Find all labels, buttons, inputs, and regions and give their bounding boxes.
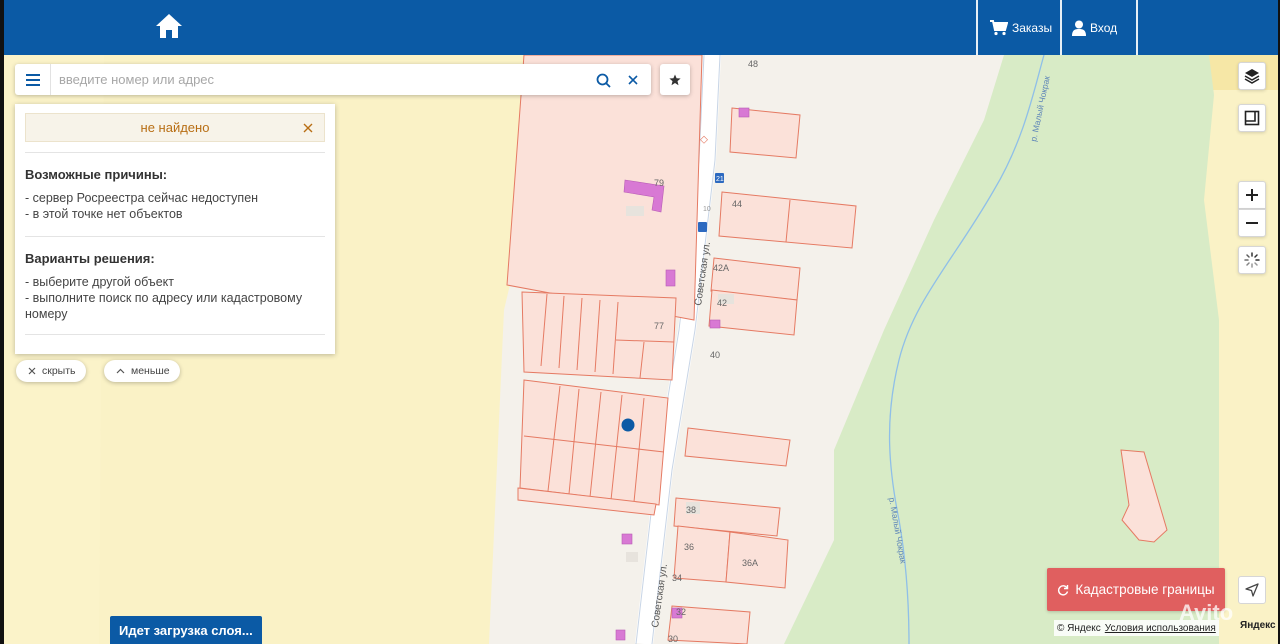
- loading-indicator-button[interactable]: [1238, 246, 1266, 274]
- house-number: 30: [668, 634, 678, 644]
- not-found-text: не найдено: [140, 120, 210, 135]
- search-icon: [596, 73, 611, 88]
- login-label: Вход: [1090, 20, 1118, 35]
- cadastral-label: Кадастровые границы: [1075, 582, 1215, 597]
- refresh-icon: [1058, 584, 1069, 595]
- minus-icon: [1246, 222, 1258, 224]
- house-number: 21: [716, 176, 724, 183]
- home-icon: [156, 14, 182, 38]
- house-number: 36А: [742, 558, 758, 568]
- info-panel: не найдено Возможные причины: - сервер Р…: [15, 104, 335, 354]
- solution-item: - выберите другой объект: [25, 275, 175, 289]
- orders-label: Заказы: [1012, 20, 1053, 35]
- copyright-text: © Яндекс: [1057, 622, 1101, 634]
- house-number: 48: [748, 59, 758, 69]
- close-banner-button[interactable]: [300, 120, 316, 136]
- layer-loading-status: Идет загрузка слоя...: [110, 616, 262, 644]
- star-icon: [669, 74, 681, 85]
- house-number: 34: [672, 573, 682, 583]
- parcel-77: [521, 291, 677, 381]
- layers-button[interactable]: [1238, 62, 1266, 90]
- divider: [25, 334, 325, 335]
- navigation-arrow-icon: [1245, 583, 1259, 597]
- menu-button[interactable]: [15, 64, 51, 95]
- divider: [976, 0, 978, 55]
- divider: [25, 236, 325, 237]
- ruler-icon: [1244, 110, 1260, 126]
- solution-item: - выполните поиск по адресу или кадастро…: [25, 291, 303, 321]
- plus-icon: [1246, 189, 1258, 201]
- login-button[interactable]: Вход: [1072, 0, 1117, 55]
- app-window: 48 79 44 42А 42 77 40 38 36 36А 34 32 30…: [4, 0, 1278, 644]
- less-label: меньше: [131, 365, 170, 377]
- layers-icon: [1244, 69, 1260, 84]
- yandex-logo: Яндекс: [1240, 620, 1276, 631]
- house-number: 32: [676, 607, 686, 617]
- parcel-36: [673, 525, 731, 583]
- close-icon: [303, 123, 313, 133]
- menu-icon: [25, 73, 40, 86]
- zoom-out-button[interactable]: [1238, 209, 1266, 237]
- ruler-button[interactable]: [1238, 104, 1266, 132]
- house-number: 77: [654, 321, 664, 331]
- route-sign: [698, 222, 707, 232]
- reasons-title: Возможные причины:: [25, 167, 168, 182]
- orders-button[interactable]: Заказы: [990, 0, 1052, 55]
- divider: [1136, 0, 1138, 55]
- top-bar: Заказы Вход: [4, 0, 1278, 55]
- close-icon: [628, 75, 638, 85]
- house-number: 10: [703, 206, 711, 213]
- house-number: 42А: [713, 263, 729, 273]
- loading-icon: [1244, 252, 1260, 268]
- house-number: 36: [684, 542, 694, 552]
- home-button[interactable]: [152, 10, 186, 42]
- house-number: 44: [732, 199, 742, 209]
- clear-search-button[interactable]: [623, 70, 643, 90]
- locate-button[interactable]: [1238, 576, 1266, 604]
- zoom-in-button[interactable]: [1238, 181, 1266, 209]
- user-icon: [1072, 20, 1086, 36]
- search-bar: [15, 64, 651, 95]
- terms-link[interactable]: Условия использования: [1105, 623, 1216, 634]
- favorites-button[interactable]: [660, 64, 690, 95]
- search-input[interactable]: [59, 69, 579, 90]
- not-found-banner: не найдено: [25, 113, 325, 142]
- close-icon: [28, 367, 36, 375]
- less-button[interactable]: меньше: [104, 360, 180, 382]
- chevron-up-icon: [116, 368, 125, 374]
- divider: [25, 152, 325, 153]
- hide-panel-button[interactable]: скрыть: [16, 360, 86, 382]
- solutions-title: Варианты решения:: [25, 251, 155, 266]
- selected-point-marker: [621, 418, 635, 432]
- house-number: 42: [717, 298, 727, 308]
- search-button[interactable]: [593, 70, 613, 90]
- house-number: 79: [654, 178, 664, 188]
- hide-label: скрыть: [42, 365, 76, 377]
- divider: [1060, 0, 1062, 55]
- house-number: 38: [686, 505, 696, 515]
- reason-item: - в этой точке нет объектов: [25, 207, 183, 221]
- house-number: 40: [710, 350, 720, 360]
- reason-item: - сервер Росреестра сейчас недоступен: [25, 191, 259, 205]
- parcel-block-south: [519, 379, 669, 506]
- map-copyright: © Яндекс Условия использования: [1054, 620, 1219, 636]
- cart-icon: [990, 19, 1008, 35]
